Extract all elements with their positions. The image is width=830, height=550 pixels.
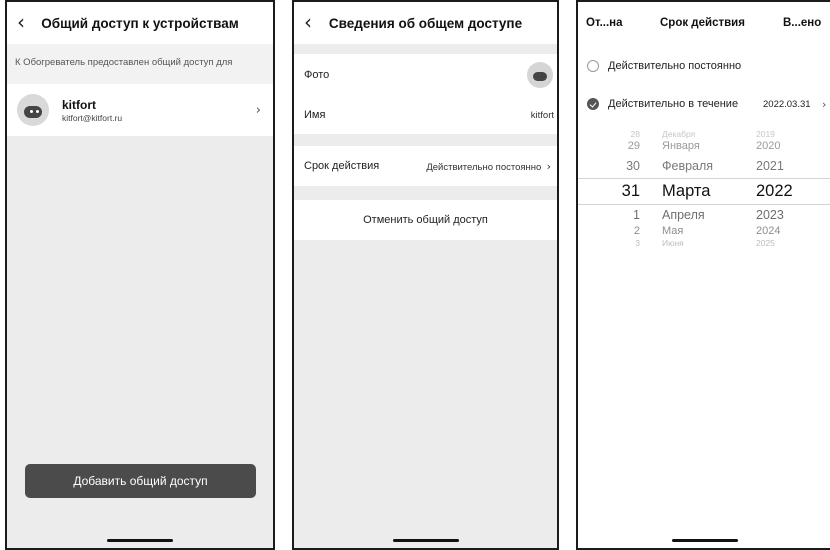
- nav-bar: ‹ Сведения об общем доступе: [294, 2, 557, 44]
- home-indicator: [672, 539, 738, 542]
- photo-label: Фото: [304, 69, 330, 81]
- picker-row[interactable]: 3 Июня 2025: [578, 237, 830, 248]
- option-permanent[interactable]: Действительно постоянно: [578, 47, 830, 85]
- picker-year: 2020: [756, 140, 781, 152]
- period-date: 2022.03.31: [763, 98, 811, 110]
- validity-value: Действительно постоянно ›: [426, 160, 551, 173]
- name-label: Имя: [304, 109, 326, 121]
- picker-day: 2: [633, 225, 640, 237]
- picker-row[interactable]: 29 Января 2020: [578, 139, 830, 153]
- picker-month: Февраля: [662, 158, 714, 173]
- add-share-button[interactable]: Добавить общий доступ: [25, 464, 256, 498]
- picker-year: 2021: [756, 158, 784, 173]
- picker-year: 2019: [756, 128, 775, 139]
- nav-bar: ‹ Общий доступ к устройствам: [7, 2, 273, 44]
- page-title: Срок действия: [660, 17, 745, 29]
- share-note: К Обогреватель предоставлен общий доступ…: [7, 44, 273, 84]
- picker-row[interactable]: 1 Апреля 2023: [578, 206, 830, 223]
- picker-year: 2025: [756, 237, 775, 248]
- picker-day: 1: [633, 207, 640, 222]
- chevron-right-icon: ›: [822, 97, 827, 111]
- picker-year: 2023: [756, 207, 784, 222]
- page-title: Сведения об общем доступе: [328, 15, 523, 31]
- radio-unchecked-icon[interactable]: [587, 60, 599, 72]
- chevron-right-icon: ›: [546, 159, 551, 173]
- picker-day: 28: [630, 128, 640, 139]
- user-email: kitfort@kitfort.ru: [62, 112, 123, 123]
- option-permanent-label: Действительно постоянно: [608, 60, 742, 72]
- photo-row: Фото: [294, 54, 557, 96]
- header-bar: От...на Срок действия В...ено: [578, 2, 830, 44]
- picker-year: 2024: [756, 225, 781, 237]
- picker-month: Июня: [662, 237, 684, 248]
- radio-checked-icon[interactable]: [587, 98, 599, 110]
- picker-row-selected[interactable]: 31 Марта 2022: [578, 178, 830, 205]
- chevron-left-icon[interactable]: ‹: [304, 10, 312, 34]
- done-link[interactable]: В...ено: [783, 17, 821, 29]
- picker-day: 30: [626, 158, 640, 173]
- name-value: kitfort: [530, 109, 554, 121]
- option-period[interactable]: Действительно в течение 2022.03.31 ›: [578, 85, 830, 123]
- avatar: [527, 62, 553, 88]
- cancel-share-button[interactable]: Отменить общий доступ: [294, 200, 557, 240]
- picker-day: 3: [635, 237, 640, 248]
- chevron-right-icon: ›: [255, 102, 261, 118]
- avatar-eye: [30, 110, 33, 113]
- picker-month: Января: [662, 140, 700, 152]
- chevron-left-icon[interactable]: ‹: [17, 10, 25, 34]
- option-period-label: Действительно в течение: [608, 98, 739, 110]
- picker-row[interactable]: 28 Декабря 2019: [578, 128, 830, 139]
- cancel-link[interactable]: От...на: [586, 17, 623, 29]
- picker-month: Апреля: [662, 207, 705, 222]
- shared-user-row[interactable]: kitfort kitfort@kitfort.ru ›: [7, 84, 273, 136]
- home-indicator: [107, 539, 173, 542]
- page-title: Общий доступ к устройствам: [41, 15, 239, 31]
- avatar-eye: [36, 110, 39, 113]
- validity-label: Срок действия: [304, 160, 380, 172]
- picker-year: 2022: [756, 182, 793, 200]
- home-indicator: [392, 539, 459, 542]
- validity-value-text: Действительно постоянно: [426, 161, 542, 173]
- name-row: Имя kitfort: [294, 96, 557, 134]
- picker-month: Декабря: [662, 128, 696, 139]
- picker-day: 31: [621, 182, 640, 200]
- picker-day: 29: [627, 140, 640, 152]
- share-details-screen: ‹ Сведения об общем доступе Фото Имя kit…: [292, 0, 559, 550]
- avatar: [17, 94, 49, 126]
- picker-month: Марта: [662, 182, 711, 200]
- picker-row[interactable]: 30 Февраля 2021: [578, 157, 830, 174]
- validity-period-screen: От...на Срок действия В...ено Действител…: [576, 0, 830, 550]
- picker-month: Мая: [662, 225, 684, 237]
- user-name: kitfort: [62, 97, 96, 112]
- share-devices-screen: ‹ Общий доступ к устройствам К Обогреват…: [5, 0, 275, 550]
- picker-row[interactable]: 2 Мая 2024: [578, 224, 830, 238]
- validity-row[interactable]: Срок действия Действительно постоянно ›: [294, 146, 557, 186]
- date-picker[interactable]: 28 Декабря 2019 29 Января 2020 30 Февраля 2021 31…: [578, 128, 830, 260]
